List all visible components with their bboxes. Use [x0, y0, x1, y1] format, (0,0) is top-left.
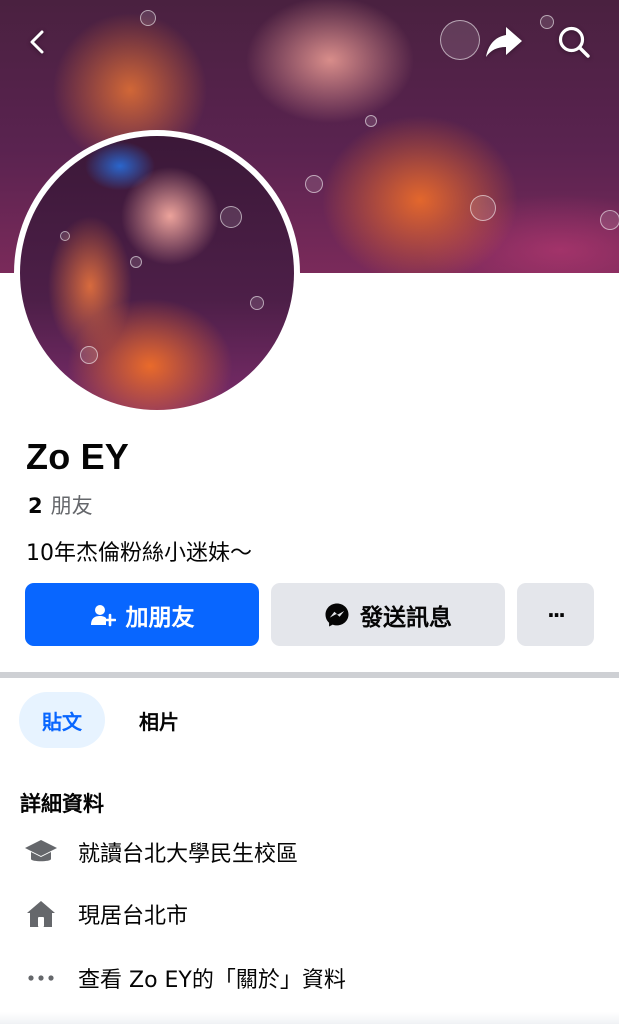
bubble-decoration: [80, 346, 98, 364]
bubble-decoration: [440, 20, 480, 60]
details-title: 詳細資料: [20, 792, 104, 816]
bubble-decoration: [365, 115, 377, 127]
profile-picture[interactable]: [14, 130, 300, 416]
bubble-decoration: [250, 296, 264, 310]
friends-label: 朋友: [50, 494, 93, 518]
friends-count-number: 2: [28, 494, 43, 518]
search-button[interactable]: [550, 18, 598, 66]
graduation-cap-icon: [22, 833, 60, 871]
detail-education-text: 就讀台北大學民生校區: [78, 842, 299, 867]
profile-bio: 10年杰倫粉絲小迷妹～: [26, 541, 252, 566]
bubble-decoration: [140, 10, 156, 26]
profile-name: Zo EY: [26, 436, 130, 477]
back-button[interactable]: [14, 18, 62, 66]
detail-education: 就讀台北大學民生校區: [22, 832, 298, 872]
send-message-label: 發送訊息: [360, 604, 452, 631]
more-options-button[interactable]: ···: [517, 583, 594, 646]
see-about-link[interactable]: 查看 Zo EY的「關於」資料: [22, 958, 346, 998]
chevron-left-icon: [30, 30, 44, 54]
tab-posts[interactable]: 貼文: [19, 692, 105, 748]
messenger-icon: [325, 603, 349, 626]
avatar: [20, 136, 294, 410]
detail-residence-text: 現居台北市: [78, 904, 189, 929]
bubble-decoration: [600, 210, 619, 230]
home-icon: [22, 895, 60, 933]
add-friend-button[interactable]: 加朋友: [25, 583, 259, 646]
section-divider: [0, 672, 619, 678]
bubble-decoration: [305, 175, 323, 193]
friends-count[interactable]: 2 朋友: [28, 490, 93, 520]
more-dots-icon: [22, 959, 60, 997]
bottom-fade: [0, 1012, 619, 1024]
share-arrow-icon: [486, 27, 522, 57]
more-dots-icon: ···: [547, 602, 566, 627]
bubble-decoration: [220, 206, 242, 228]
see-about-text: 查看 Zo EY的「關於」資料: [78, 968, 346, 993]
detail-residence: 現居台北市: [22, 894, 188, 934]
share-button[interactable]: [480, 18, 528, 66]
send-message-button[interactable]: 發送訊息: [271, 583, 505, 646]
tab-photos[interactable]: 相片: [118, 692, 200, 748]
search-icon: [558, 26, 590, 58]
bubble-decoration: [470, 195, 496, 221]
add-friend-label: 加朋友: [125, 604, 195, 631]
add-person-icon: [90, 604, 116, 626]
bubble-decoration: [130, 256, 142, 268]
bubble-decoration: [60, 231, 70, 241]
